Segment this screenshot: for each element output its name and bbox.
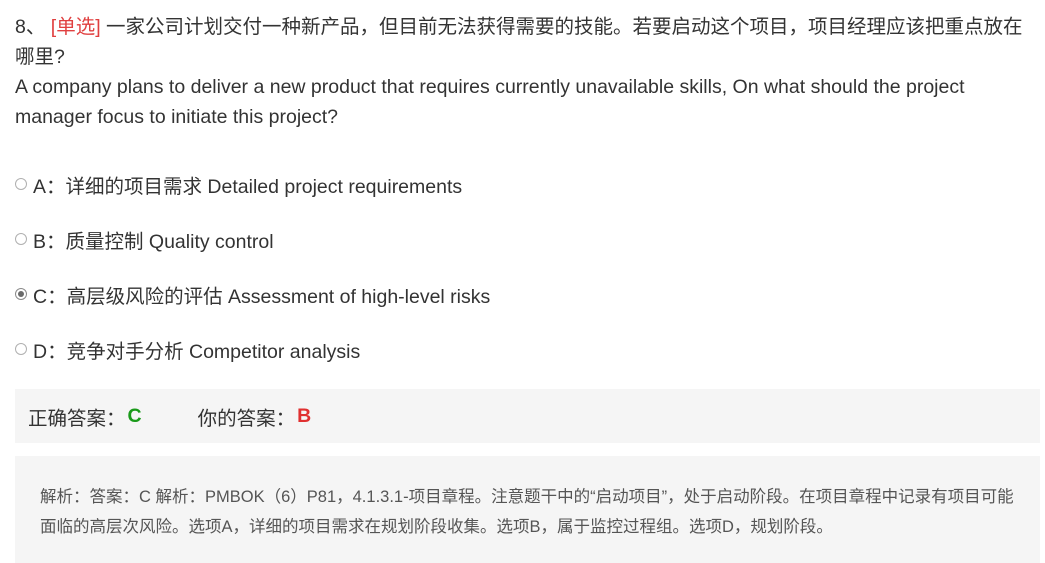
- option-a[interactable]: A：详细的项目需求 Detailed project requirements: [15, 169, 1015, 199]
- option-d-label: D：竞争对手分析 Competitor analysis: [33, 340, 361, 363]
- radio-button-a[interactable]: [15, 178, 27, 190]
- option-c[interactable]: C：高层级风险的评估 Assessment of high-level risk…: [15, 279, 1015, 309]
- options-list: A：详细的项目需求 Detailed project requirements …: [15, 169, 1015, 389]
- option-c-label: C：高层级风险的评估 Assessment of high-level risk…: [33, 285, 491, 308]
- radio-button-d[interactable]: [15, 343, 27, 355]
- answer-panel: 正确答案： C 你的答案： B: [15, 389, 1040, 443]
- question-stem: 8、 [单选] 一家公司计划交付一种新产品，但目前无法获得需要的技能。若要启动这…: [15, 12, 1035, 132]
- your-answer-label: 你的答案：: [197, 407, 296, 430]
- question-number: 8、: [15, 16, 46, 38]
- question-type-tag: [单选]: [50, 16, 101, 38]
- question-english: A company plans to deliver a new product…: [15, 76, 965, 128]
- question-text-cn: 8、 [单选] 一家公司计划交付一种新产品，但目前无法获得需要的技能。若要启动这…: [15, 12, 1035, 72]
- option-b-label: B：质量控制 Quality control: [33, 230, 274, 253]
- radio-button-c[interactable]: [15, 288, 27, 300]
- option-a-label: A：详细的项目需求 Detailed project requirements: [33, 175, 463, 198]
- correct-answer-value: C: [127, 404, 142, 427]
- analysis-panel: 解析：答案：C 解析：PMBOK（6）P81，4.1.3.1-项目章程。注意题干…: [15, 456, 1040, 563]
- your-answer-value: B: [297, 404, 312, 427]
- analysis-text: 解析：答案：C 解析：PMBOK（6）P81，4.1.3.1-项目章程。注意题干…: [40, 488, 1014, 536]
- radio-button-b[interactable]: [15, 233, 27, 245]
- option-b[interactable]: B：质量控制 Quality control: [15, 224, 1015, 254]
- option-d[interactable]: D：竞争对手分析 Competitor analysis: [15, 334, 1015, 364]
- correct-answer-label: 正确答案：: [28, 407, 126, 430]
- question-chinese: 一家公司计划交付一种新产品，但目前无法获得需要的技能。若要启动这个项目，项目经理…: [15, 16, 1023, 68]
